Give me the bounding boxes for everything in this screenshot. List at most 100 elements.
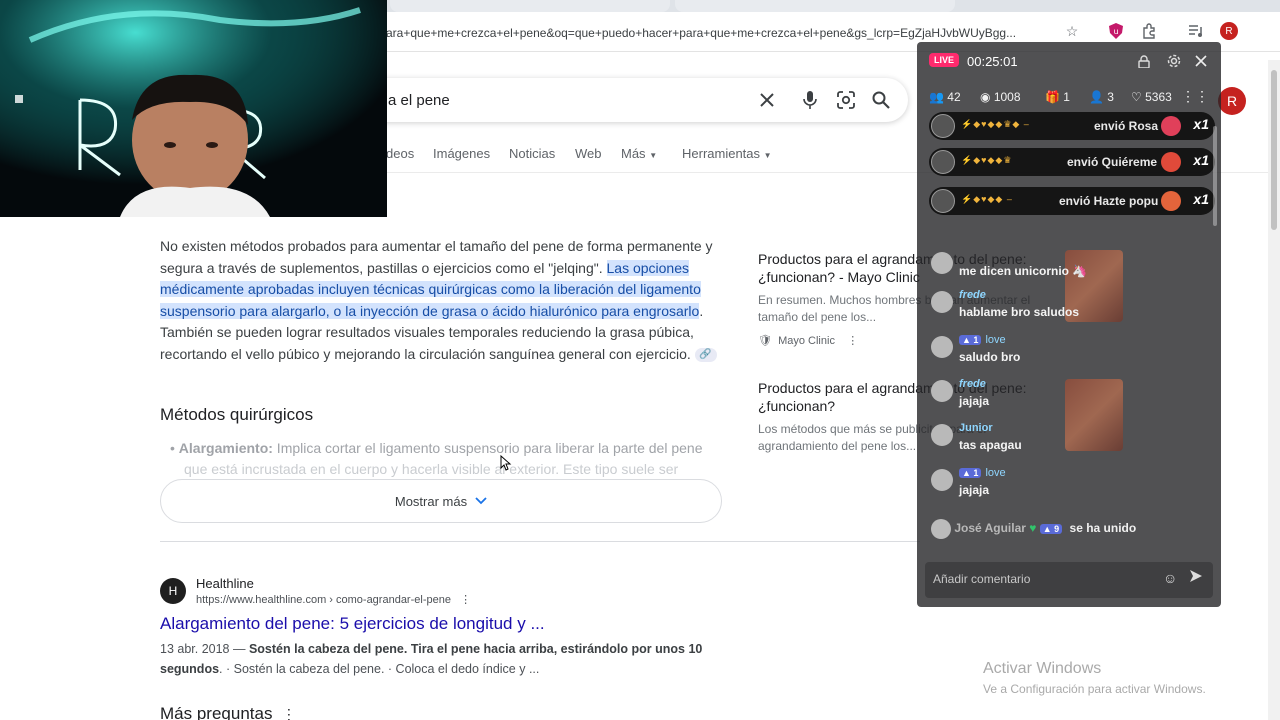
browser-tab[interactable] — [390, 0, 670, 12]
more-questions-heading: Más preguntas ⋮ — [160, 704, 296, 720]
tab-web[interactable]: Web — [575, 146, 602, 161]
live-timer: 00:25:01 — [967, 54, 1018, 69]
tab-more[interactable]: Más ▼ — [621, 146, 657, 161]
clear-icon[interactable] — [755, 88, 779, 112]
join-text: se ha unido — [1069, 521, 1137, 536]
gift-notification: ⚡◆♥◆◆♛ envió Quiéreme x1 — [929, 148, 1215, 176]
views-stat: ◉ 1008 — [980, 90, 1021, 104]
more-options-icon[interactable]: ⋮ — [847, 335, 858, 347]
show-more-label: Mostrar más — [394, 493, 468, 509]
chat-username[interactable]: Junior — [959, 422, 993, 434]
gift-notification: ⚡◆♥◆◆♛◆ – envió Rosa x1 — [929, 112, 1215, 140]
result-title-link[interactable]: Alargamiento del pene: 5 ejercicios de l… — [160, 614, 545, 634]
grid-menu-icon[interactable]: ⋮⋮ — [1181, 88, 1209, 105]
settings-icon[interactable] — [1165, 52, 1183, 70]
chat-text: saludo bro — [959, 350, 1021, 364]
heart-icon: ♥ — [1029, 521, 1037, 536]
viewers-count: 42 — [947, 90, 961, 104]
chat-username[interactable]: frede — [959, 289, 986, 301]
google-account-avatar[interactable]: R — [1218, 87, 1246, 115]
live-stats: 👥 42 ◉ 1008 🎁 1 👤 3 ♡ 5363 ⋮⋮ — [929, 88, 1209, 108]
username-text: love — [985, 334, 1006, 346]
emoji-icon[interactable]: ☺ — [1163, 570, 1177, 586]
chat-text: jajaja — [959, 483, 990, 497]
shield-icon: 🛡 — [758, 335, 772, 347]
media-control-icon[interactable] — [1185, 20, 1207, 42]
chevron-down-icon — [475, 497, 487, 505]
gift-multiplier: x1 — [1193, 191, 1209, 207]
popular-gift-icon — [1161, 191, 1181, 211]
result-date: 13 abr. 2018 — — [160, 642, 249, 656]
gift-icon: 🎁 — [1045, 90, 1060, 104]
comment-composer[interactable]: Añadir comentario ☺ — [925, 562, 1213, 598]
live-badge: LIVE — [929, 53, 960, 67]
avatar — [931, 469, 953, 491]
windows-activation-title: Activar Windows — [983, 660, 1102, 677]
browser-profile-avatar[interactable]: R — [1220, 22, 1238, 40]
avatar — [931, 336, 953, 358]
link-icon[interactable]: 🔗 — [694, 347, 717, 362]
address-bar[interactable]: ara+que+me+crezca+el+pene&oq=que+puedo+h… — [386, 26, 1056, 40]
bullet-text: Implica cortar el ligamento suspensorio … — [272, 440, 703, 456]
chat-username[interactable]: ▲ 1 love — [959, 467, 1006, 479]
result-site-name[interactable]: Healthline — [196, 576, 254, 591]
result-snippet-rest: . · Sostén la cabeza del pene. · Coloca … — [219, 662, 540, 676]
show-more-button[interactable]: Mostrar más — [160, 479, 722, 523]
more-options-icon[interactable]: ⋮ — [460, 594, 471, 606]
gifts-stat: 🎁 1 — [1045, 90, 1070, 104]
overlay-sticker-image — [1065, 379, 1123, 451]
live-stream-panel: LIVE 00:25:01 👥 42 ◉ 1008 🎁 1 👤 3 ♡ 5363… — [917, 42, 1221, 607]
avatar — [931, 114, 955, 138]
microphone-icon[interactable] — [798, 88, 822, 112]
tab-more-label: Más — [621, 146, 646, 161]
comment-input[interactable]: Añadir comentario — [933, 572, 1030, 586]
lock-icon[interactable] — [1135, 52, 1153, 70]
tab-videos[interactable]: deos — [386, 146, 414, 161]
chat-username[interactable]: ▲ 1 love — [959, 334, 1006, 346]
bookmark-star-icon[interactable]: ☆ — [1061, 20, 1083, 42]
chat-text: jajaja — [959, 394, 990, 408]
result-url[interactable]: https://www.healthline.com › como-agrand… — [196, 593, 471, 606]
tab-tools[interactable]: Herramientas ▼ — [682, 146, 772, 161]
likes-count: 5363 — [1145, 90, 1172, 104]
send-icon[interactable] — [1189, 569, 1203, 588]
search-icon[interactable] — [869, 88, 893, 112]
user-badges: ⚡◆♥◆◆♛◆ – — [961, 119, 1030, 129]
search-input[interactable]: a el pene — [388, 92, 450, 109]
heart-gift-icon — [1161, 152, 1181, 172]
search-box[interactable]: a el pene — [340, 78, 908, 122]
result-url-text: https://www.healthline.com › como-agrand… — [196, 594, 451, 606]
chat-scrollbar[interactable] — [1213, 126, 1217, 226]
google-lens-icon[interactable] — [834, 88, 858, 112]
level-number: 1 — [973, 468, 979, 478]
windows-activation-subtitle: Ve a Configuración para activar Windows. — [983, 682, 1206, 696]
more-options-icon[interactable]: ⋮ — [282, 706, 296, 720]
chat-text: hablame bro saludos — [959, 305, 1080, 319]
page-scrollbar[interactable] — [1268, 60, 1280, 720]
bullet-text-faded: que está incrustada en el cuerpo y hacer… — [184, 461, 679, 477]
join-username[interactable]: José Aguilar — [954, 521, 1026, 535]
healthline-favicon: H — [160, 578, 186, 604]
avatar — [931, 252, 953, 274]
chat-username[interactable]: frede — [959, 378, 986, 390]
scrollbar-thumb[interactable] — [1271, 70, 1277, 230]
live-header: LIVE 00:25:01 — [917, 42, 1221, 82]
eye-icon: ◉ — [980, 90, 991, 104]
browser-tab-active[interactable] — [675, 0, 955, 12]
extensions-puzzle-icon[interactable] — [1138, 20, 1160, 42]
rose-gift-icon — [1161, 116, 1181, 136]
avatar — [931, 519, 951, 539]
tab-news[interactable]: Noticias — [509, 146, 555, 161]
chat-text: me dicen unicornio 🦄 — [959, 264, 1088, 278]
webcam-feed-image — [0, 0, 387, 217]
avatar — [931, 380, 953, 402]
tab-images[interactable]: Imágenes — [433, 146, 490, 161]
close-icon[interactable] — [1192, 52, 1210, 70]
mouse-cursor-icon — [500, 454, 512, 476]
gifts-count: 1 — [1063, 90, 1070, 104]
bullet-item: • Alargamiento: Implica cortar el ligame… — [170, 440, 703, 477]
ublock-extension-icon[interactable]: u — [1105, 20, 1127, 42]
join-notification: José Aguilar ♥ ▲ 9 se ha unido — [931, 519, 1211, 539]
more-questions-label: Más preguntas — [160, 704, 273, 720]
heart-icon: ♡ — [1131, 90, 1142, 104]
